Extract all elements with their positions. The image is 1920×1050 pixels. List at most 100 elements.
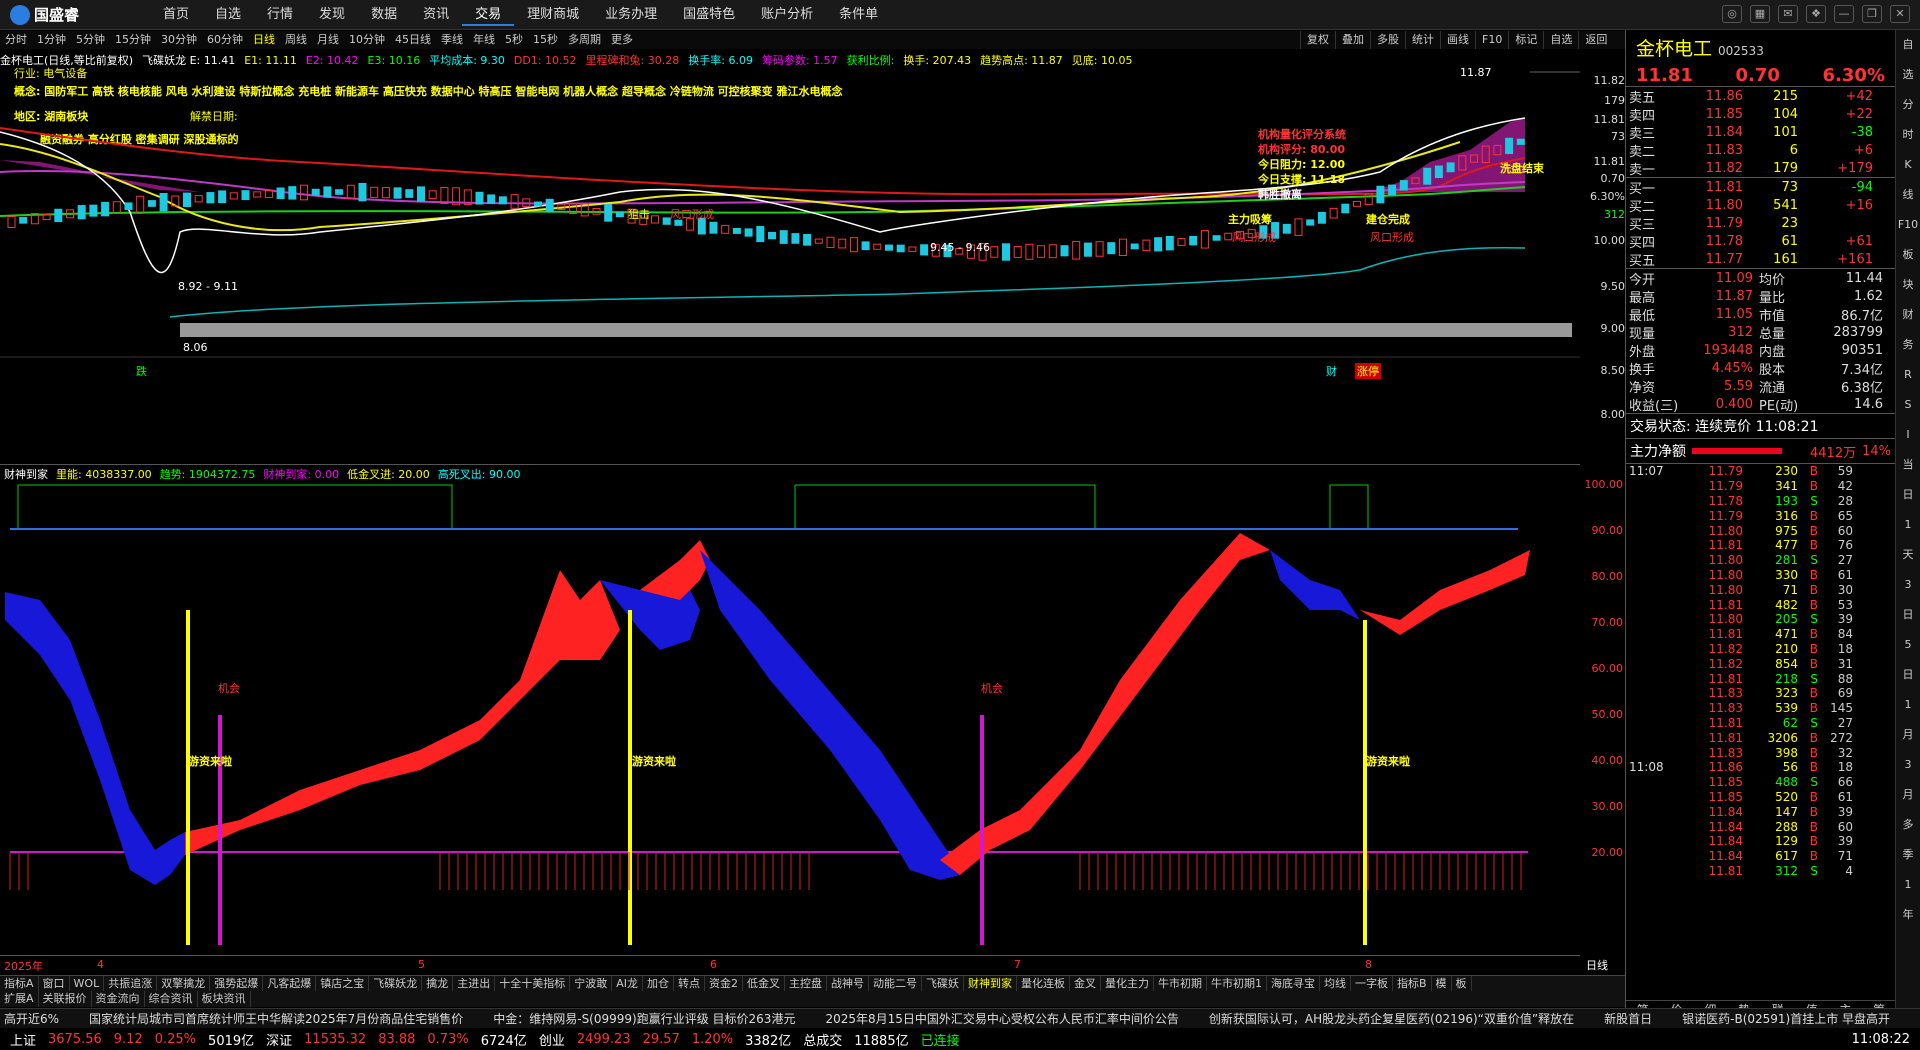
indicator-tab[interactable]: 指标B: [1393, 976, 1432, 992]
sidebar-item[interactable]: I: [1896, 420, 1920, 450]
period-tab[interactable]: 季线: [436, 31, 468, 49]
sidebar-item[interactable]: 多: [1896, 810, 1920, 840]
book-row[interactable]: 买二 11.80 541 +16: [1626, 196, 1895, 215]
skin-icon[interactable]: ❖: [1806, 5, 1826, 23]
book-row[interactable]: 买三 11.79 23: [1626, 214, 1895, 233]
sidebar-item[interactable]: 天: [1896, 540, 1920, 570]
sidebar-item[interactable]: 季: [1896, 840, 1920, 870]
minimize-icon[interactable]: —: [1834, 5, 1854, 23]
book-row[interactable]: 卖三 11.84 101 -38: [1626, 123, 1895, 142]
sidebar-item[interactable]: 3: [1896, 750, 1920, 780]
kline-chart[interactable]: [0, 62, 1580, 380]
book-row[interactable]: 卖一 11.82 179 +179: [1626, 159, 1895, 178]
chart-tool-button[interactable]: 自选: [1543, 31, 1578, 49]
extension-tab[interactable]: 关联报价: [39, 991, 92, 1007]
nav-item[interactable]: 数据: [358, 6, 410, 26]
sidebar-item[interactable]: 分: [1896, 90, 1920, 120]
grid-icon[interactable]: ▦: [1750, 5, 1770, 23]
sidebar-item[interactable]: 时: [1896, 120, 1920, 150]
indicator-tab[interactable]: 模: [1432, 976, 1452, 992]
sidebar-item[interactable]: 3: [1896, 570, 1920, 600]
sidebar-item[interactable]: 日: [1896, 600, 1920, 630]
sidebar-item[interactable]: 1: [1896, 510, 1920, 540]
period-tab[interactable]: 周线: [280, 31, 312, 49]
indicator-tab[interactable]: 窗口: [39, 976, 70, 992]
extension-tab[interactable]: 扩展A: [0, 991, 39, 1007]
indicator-tab[interactable]: 战神号: [827, 976, 869, 992]
period-tab[interactable]: 分时: [0, 31, 32, 49]
sh-label[interactable]: 上证: [10, 1030, 36, 1049]
sidebar-item[interactable]: 月: [1896, 720, 1920, 750]
sidebar-item[interactable]: 选: [1896, 60, 1920, 90]
sidebar-item[interactable]: 日: [1896, 660, 1920, 690]
book-row[interactable]: 卖五 11.86 215 +42: [1626, 87, 1895, 106]
indicator-tab[interactable]: 凡客起爆: [263, 976, 317, 992]
indicator-tab[interactable]: 双擎擒龙: [157, 976, 211, 992]
indicator-tab[interactable]: 低金叉: [743, 976, 785, 992]
mail-icon[interactable]: ✉: [1778, 5, 1798, 23]
indicator-tab[interactable]: 一字板: [1351, 976, 1393, 992]
period-tab[interactable]: 更多: [606, 31, 638, 49]
period-tab[interactable]: 15分钟: [110, 31, 156, 49]
indicator-tab[interactable]: 擒龙: [422, 976, 454, 992]
nav-item[interactable]: 资讯: [410, 6, 462, 26]
sidebar-item[interactable]: 日: [1896, 480, 1920, 510]
indicator-tab[interactable]: 转点: [674, 976, 705, 992]
sidebar-item[interactable]: 月: [1896, 780, 1920, 810]
indicator-tab[interactable]: 加仓: [643, 976, 674, 992]
sidebar-item[interactable]: 务: [1896, 330, 1920, 360]
chart-tool-button[interactable]: F10: [1475, 31, 1508, 49]
nav-item[interactable]: 首页: [150, 6, 202, 26]
indicator-tab[interactable]: AI龙: [612, 976, 643, 992]
book-row[interactable]: 买五 11.77 161 +161: [1626, 250, 1895, 269]
news-item[interactable]: 中金：维持网易-S(09999)跑赢行业评级 目标价263港元: [493, 1009, 795, 1028]
sidebar-item[interactable]: S: [1896, 390, 1920, 420]
nav-item[interactable]: 自选: [202, 6, 254, 26]
sidebar-item[interactable]: 年: [1896, 900, 1920, 930]
indicator-tab[interactable]: 宁波敢: [570, 976, 613, 992]
indicator-tab[interactable]: 海底寻宝: [1267, 976, 1320, 992]
period-tab[interactable]: 年线: [468, 31, 500, 49]
sidebar-item[interactable]: 财: [1896, 300, 1920, 330]
maximize-icon[interactable]: ❐: [1862, 5, 1882, 23]
indicator-tab[interactable]: 均线: [1320, 976, 1351, 992]
sidebar-item[interactable]: 5: [1896, 630, 1920, 660]
indicator-tab[interactable]: 强势起爆: [210, 976, 264, 992]
indicator-tab[interactable]: 动能二号: [869, 976, 922, 992]
indicator-tab[interactable]: 镇店之宝: [316, 976, 370, 992]
indicator-tab[interactable]: 飞碟妖: [922, 976, 964, 992]
chart-tool-button[interactable]: 叠加: [1335, 31, 1370, 49]
indicator-tab[interactable]: 飞碟妖龙: [369, 976, 423, 992]
nav-item[interactable]: 国盛特色: [670, 6, 748, 26]
sidebar-item[interactable]: F10: [1896, 210, 1920, 240]
nav-item[interactable]: 条件单: [826, 6, 891, 26]
period-tab[interactable]: 15秒: [528, 31, 563, 49]
cy-label[interactable]: 创业: [539, 1030, 565, 1049]
period-tab[interactable]: 1分钟: [32, 31, 71, 49]
indicator-tab[interactable]: 指标A: [0, 976, 39, 992]
sidebar-item[interactable]: 当: [1896, 450, 1920, 480]
news-item[interactable]: 高开近6%: [4, 1009, 59, 1028]
news-item[interactable]: 2025年8月15日中国外汇交易中心受权公布人民币汇率中间价公告: [825, 1009, 1178, 1028]
sidebar-item[interactable]: K: [1896, 150, 1920, 180]
sidebar-item[interactable]: 线: [1896, 180, 1920, 210]
period-tab[interactable]: 月线: [312, 31, 344, 49]
nav-item[interactable]: 行情: [254, 6, 306, 26]
indicator-tab[interactable]: 牛市初期1: [1207, 976, 1267, 992]
period-tab[interactable]: 60分钟: [202, 31, 248, 49]
sidebar-item[interactable]: 块: [1896, 270, 1920, 300]
indicator-tab[interactable]: 量化连板: [1017, 976, 1070, 992]
news-item[interactable]: 银诺医药-B(02591)首挂上市 早盘高开: [1682, 1009, 1890, 1028]
nav-item[interactable]: 账户分析: [748, 6, 826, 26]
indicator-tab[interactable]: 主控盘: [785, 976, 827, 992]
sidebar-item[interactable]: 1: [1896, 870, 1920, 900]
tick-list[interactable]: 11:07 11.79 230 B 59 11.79 341 B 42 11.78 193 S 28 11…: [1626, 464, 1895, 878]
news-item[interactable]: 国家统计局城市司首席统计师王中华解读2025年7月份商品住宅销售价: [89, 1009, 463, 1028]
indicator-tab[interactable]: 十全十美指标: [495, 976, 571, 992]
period-tab[interactable]: 10分钟: [344, 31, 390, 49]
extension-tab[interactable]: 资金流向: [92, 991, 145, 1007]
period-tab[interactable]: 30分钟: [156, 31, 202, 49]
book-row[interactable]: 买一 11.81 73 -94: [1626, 178, 1895, 197]
period-tab[interactable]: 45日线: [390, 31, 436, 49]
news-item[interactable]: 创新获国际认可，AH股龙头药企复星医药(02196)“双重价值”释放在: [1209, 1009, 1574, 1028]
